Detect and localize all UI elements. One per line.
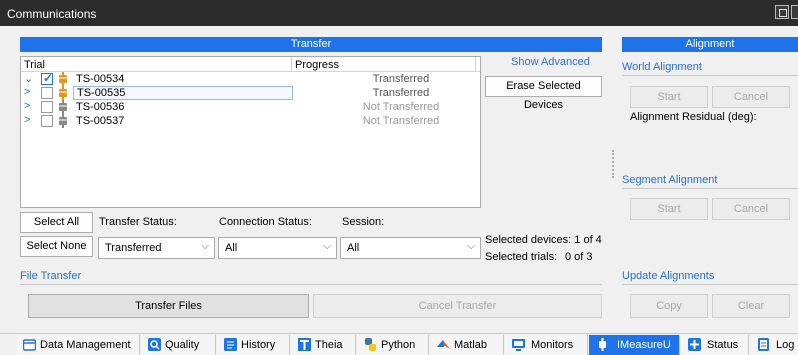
session-value: All bbox=[347, 242, 360, 254]
chevron-down-icon: ⌵ bbox=[467, 241, 475, 252]
plus-icon bbox=[688, 338, 701, 351]
tab-log[interactable]: Log bbox=[750, 335, 798, 355]
segment-start-button[interactable]: Start bbox=[630, 198, 708, 220]
trial-name: TS-00536 bbox=[76, 101, 125, 113]
tab-theia[interactable]: Theia bbox=[291, 335, 356, 355]
world-alignment-label: World Alignment bbox=[622, 61, 702, 73]
sensor-icon bbox=[599, 338, 606, 351]
trial-progress: Not Transferred bbox=[362, 115, 440, 127]
update-alignments-label: Update Alignments bbox=[622, 270, 715, 282]
connection-status-dropdown[interactable]: All ⌵ bbox=[218, 237, 337, 259]
sensor-device-icon bbox=[59, 114, 67, 128]
world-cancel-button[interactable]: Cancel bbox=[712, 86, 790, 108]
trial-column-header[interactable]: Trial bbox=[24, 59, 45, 71]
sensor-device-icon bbox=[59, 100, 67, 114]
trial-name: TS-00535 bbox=[73, 86, 293, 100]
trial-progress: Transferred bbox=[372, 87, 430, 99]
alignment-residual-label: Alignment Residual (deg): bbox=[630, 111, 757, 123]
tab-monitors[interactable]: Monitors bbox=[505, 335, 588, 355]
history-icon bbox=[224, 338, 237, 351]
connection-status-value: All bbox=[225, 242, 238, 254]
tab-label: Status bbox=[707, 339, 739, 351]
show-advanced-link[interactable]: Show Advanced bbox=[511, 56, 590, 68]
chevron-down-icon: ⌵ bbox=[323, 241, 331, 252]
sensor-device-icon bbox=[59, 72, 67, 86]
tab-label: History bbox=[241, 339, 276, 351]
tree-row[interactable]: ⌄ TS-00534 Transferred bbox=[21, 71, 480, 86]
tab-data-management[interactable]: Data Management bbox=[16, 335, 140, 355]
select-none-button[interactable]: Select None bbox=[20, 236, 93, 257]
selected-trials-value: 0 of 3 bbox=[565, 251, 593, 263]
tree-row[interactable]: > TS-00535 Transferred bbox=[21, 86, 480, 100]
tab-label: IMeasureU bbox=[617, 339, 671, 351]
tab-label: Matlab bbox=[454, 339, 488, 351]
trial-name: TS-00537 bbox=[76, 115, 125, 127]
selected-trials-label: Selected trials: bbox=[485, 251, 558, 263]
magnifier-icon bbox=[148, 338, 161, 351]
tab-label: Python bbox=[381, 339, 416, 351]
tab-history[interactable]: History bbox=[217, 335, 290, 355]
tab-imeasureu[interactable]: IMeasureU bbox=[589, 335, 680, 355]
session-label: Session: bbox=[342, 216, 385, 228]
restore-icon[interactable] bbox=[775, 5, 789, 19]
close-icon[interactable] bbox=[791, 5, 798, 19]
copy-button[interactable]: Copy bbox=[630, 294, 708, 318]
monitor-icon bbox=[512, 339, 525, 351]
document-icon bbox=[758, 338, 769, 351]
expand-arrow-icon[interactable]: ⌄ bbox=[24, 72, 33, 85]
segment-cancel-button[interactable]: Cancel bbox=[712, 198, 790, 220]
transfer-status-label: Transfer Status: bbox=[99, 216, 177, 228]
world-start-button[interactable]: Start bbox=[630, 86, 708, 108]
row-checkbox[interactable] bbox=[41, 71, 53, 85]
tab-quality[interactable]: Quality bbox=[141, 335, 216, 355]
folder-icon bbox=[23, 339, 36, 351]
cancel-transfer-button[interactable]: Cancel Transfer bbox=[313, 294, 602, 318]
tab-label: Quality bbox=[165, 339, 200, 351]
row-checkbox[interactable] bbox=[41, 115, 53, 127]
theia-icon bbox=[298, 338, 311, 351]
window-title: Communications bbox=[7, 7, 97, 21]
tab-label: Data Management bbox=[40, 339, 131, 351]
expand-arrow-icon[interactable]: > bbox=[24, 114, 30, 126]
tree-header: Trial Progress bbox=[21, 57, 480, 72]
tab-python[interactable]: Python bbox=[357, 335, 429, 355]
selected-devices-text: Selected devices: 1 of 4 bbox=[485, 234, 602, 246]
chevron-down-icon: ⌵ bbox=[201, 241, 209, 252]
session-dropdown[interactable]: All ⌵ bbox=[340, 237, 481, 259]
expand-arrow-icon[interactable]: > bbox=[24, 86, 30, 98]
trial-progress: Transferred bbox=[372, 73, 430, 85]
tab-label: Monitors bbox=[531, 339, 574, 351]
segment-alignment-label: Segment Alignment bbox=[622, 174, 718, 186]
row-checkbox[interactable] bbox=[41, 101, 53, 113]
transfer-header: Transfer bbox=[20, 37, 602, 52]
tab-label: Theia bbox=[315, 339, 343, 351]
tab-label: Log bbox=[776, 339, 795, 351]
splitter-handle[interactable] bbox=[612, 150, 614, 178]
sensor-device-icon bbox=[59, 86, 67, 100]
trial-tree[interactable]: Trial Progress ⌄ TS-00534 Transferred > … bbox=[20, 56, 481, 208]
select-all-button[interactable]: Select All bbox=[20, 212, 93, 233]
tab-status[interactable]: Status bbox=[681, 335, 749, 355]
tab-matlab[interactable]: Matlab bbox=[430, 335, 504, 355]
tree-row[interactable]: > TS-00536 Not Transferred bbox=[21, 100, 480, 114]
transfer-files-button[interactable]: Transfer Files bbox=[28, 294, 309, 318]
transfer-status-value: Transferred bbox=[105, 242, 162, 254]
trial-name: TS-00534 bbox=[76, 73, 125, 85]
python-icon bbox=[365, 338, 376, 351]
file-transfer-label: File Transfer bbox=[20, 270, 82, 282]
erase-selected-devices-button[interactable]: Erase Selected Devices bbox=[485, 76, 602, 111]
connection-status-label: Connection Status: bbox=[219, 216, 312, 228]
progress-column-header[interactable]: Progress bbox=[295, 59, 339, 71]
window-title-bar: Communications bbox=[0, 0, 798, 26]
clear-button[interactable]: Clear bbox=[712, 294, 790, 318]
bottom-tab-bar: Data Management Quality History Theia Py… bbox=[0, 333, 798, 355]
trial-progress: Not Transferred bbox=[362, 101, 440, 113]
alignment-header: Alignment bbox=[622, 37, 798, 52]
transfer-status-dropdown[interactable]: Transferred ⌵ bbox=[98, 237, 215, 259]
matlab-icon bbox=[437, 340, 450, 349]
row-checkbox[interactable] bbox=[41, 87, 53, 99]
tree-row[interactable]: > TS-00537 Not Transferred bbox=[21, 114, 480, 128]
expand-arrow-icon[interactable]: > bbox=[24, 100, 30, 112]
